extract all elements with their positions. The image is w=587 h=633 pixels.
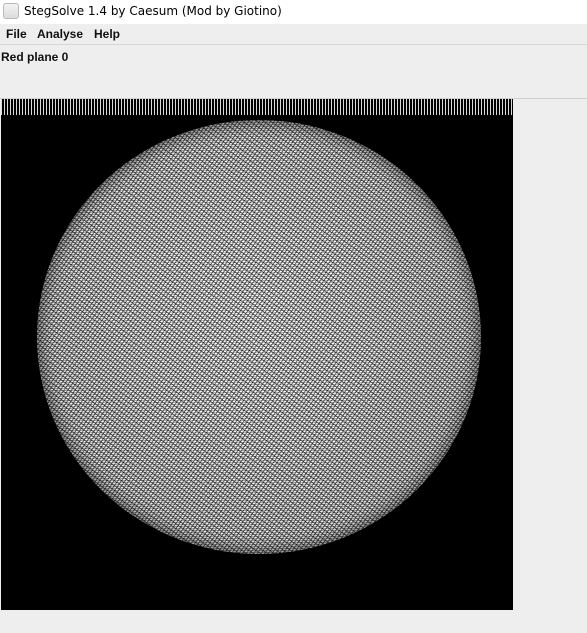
image-view-area bbox=[0, 99, 587, 610]
menu-help[interactable]: Help bbox=[94, 27, 120, 41]
window-titlebar: StegSolve 1.4 by Caesum (Mod by Giotino) bbox=[0, 0, 587, 25]
menu-bar: File Analyse Help bbox=[0, 24, 587, 45]
menu-analyse[interactable]: Analyse bbox=[37, 27, 83, 41]
plane-info-panel: Red plane 0 bbox=[0, 45, 587, 99]
java-app-icon bbox=[3, 3, 19, 19]
bit-plane-image bbox=[1, 99, 513, 610]
noise-strip bbox=[1, 99, 513, 115]
plane-label: Red plane 0 bbox=[1, 50, 69, 64]
menu-file[interactable]: File bbox=[6, 27, 27, 41]
window-title: StegSolve 1.4 by Caesum (Mod by Giotino) bbox=[24, 4, 282, 18]
bottom-button-area bbox=[0, 610, 587, 633]
bitplane-sphere bbox=[37, 120, 481, 554]
